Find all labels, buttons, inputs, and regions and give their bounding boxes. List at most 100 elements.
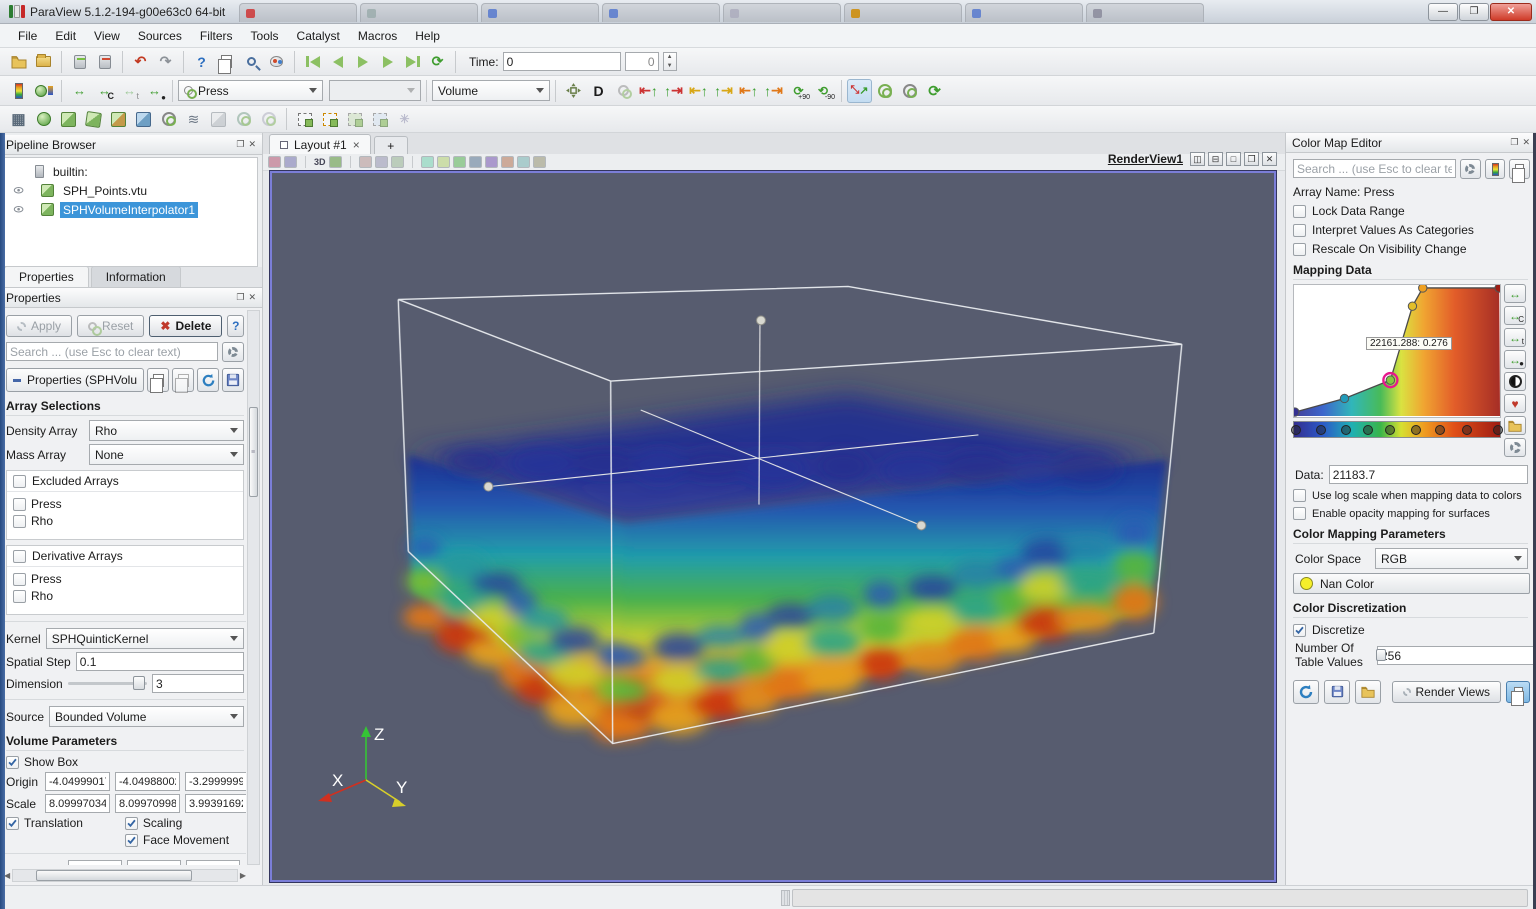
set-view-plus-x-button[interactable]: ⇤↑ [636,79,661,103]
time-input[interactable] [503,52,621,71]
show-orientation-axes-toggle[interactable]: ⤡↗ [847,79,872,103]
scaling-checkbox[interactable] [125,817,138,830]
view-tool-icon[interactable] [533,156,546,168]
discretize-checkbox[interactable] [1293,624,1306,637]
component-select[interactable] [329,80,421,101]
properties-section-header[interactable]: Properties (SPHVolu [6,368,144,392]
save-data-button[interactable] [31,50,56,74]
opacity-surfaces-checkbox[interactable] [1293,507,1306,520]
visibility-eye-icon[interactable] [11,204,27,215]
menu-view[interactable]: View [86,26,128,46]
stream-tracer-button[interactable]: ≋ [181,107,206,131]
colormap-control-point[interactable] [1435,425,1445,435]
set-view-minus-y-button[interactable]: ↑⇥ [711,79,736,103]
rescale-to-temporal-range-button[interactable]: ↔t [1504,328,1526,347]
find-data-button[interactable] [239,50,264,74]
properties-horizontal-scrollbar[interactable]: ◀ ▶ [4,868,246,883]
frame-spinner[interactable]: ▲▼ [663,52,677,71]
save-defaults-button[interactable] [222,368,244,392]
colormap-control-point[interactable] [1363,425,1373,435]
nan-color-button[interactable]: Nan Color [1293,573,1530,594]
edit-color-map-button[interactable] [31,79,56,103]
pipeline-item-sph-points[interactable]: SPH_Points.vtu [5,181,257,200]
rescale-custom-range-button[interactable]: ↔C [92,79,117,103]
menu-macros[interactable]: Macros [350,26,405,46]
colormap-control-point[interactable] [1341,425,1351,435]
zoom-closest-button[interactable] [611,79,636,103]
group-datasets-button[interactable] [231,107,256,131]
dimension-slider[interactable] [68,682,147,685]
refresh-views-button[interactable] [1293,680,1319,704]
warp-filter-button[interactable] [206,107,231,131]
undock-panel-icon[interactable]: ❐ [236,292,244,303]
show-box-checkbox[interactable] [6,756,19,769]
close-panel-icon[interactable]: ✕ [248,139,256,150]
disconnect-server-button[interactable] [92,50,117,74]
rescale-data-range-button[interactable]: ↔ [67,79,92,103]
frame-input[interactable] [625,52,659,71]
statusbar-splitter-grip[interactable] [781,890,790,906]
view-tool-icon[interactable] [284,156,297,168]
view-tool-icon[interactable] [359,156,372,168]
close-panel-icon[interactable]: ✕ [1522,137,1530,148]
search-options-gear-icon[interactable] [222,342,244,362]
color-palette-button[interactable] [264,50,289,74]
close-layout-icon[interactable]: × [353,138,360,152]
excluded-press-checkbox[interactable] [13,498,26,511]
reset-camera-button[interactable] [561,79,586,103]
menu-tools[interactable]: Tools [243,26,287,46]
menu-edit[interactable]: Edit [47,26,84,46]
derivative-press-checkbox[interactable] [13,573,26,586]
extract-subset-button[interactable] [131,107,156,131]
advanced-options-gear-button[interactable] [1504,438,1526,457]
view-tool-icon[interactable] [517,156,530,168]
translation-checkbox[interactable] [6,817,19,830]
split-vertical-button[interactable]: ⊟ [1208,152,1223,166]
contour-filter-button[interactable] [31,107,56,131]
view-tool-icon[interactable] [437,156,450,168]
slice-filter-button[interactable] [81,107,106,131]
undock-panel-icon[interactable]: ❐ [1510,137,1518,148]
derivative-rho-checkbox[interactable] [13,590,26,603]
auto-apply-button[interactable] [214,50,239,74]
toggle-color-legend-button[interactable] [6,79,31,103]
face-movement-checkbox[interactable] [125,834,138,847]
view-tool-icon[interactable] [375,156,388,168]
visibility-eye-icon[interactable] [11,185,27,196]
cme-search-input[interactable] [1293,159,1456,178]
menu-sources[interactable]: Sources [130,26,190,46]
resolution-y-input[interactable] [127,860,181,865]
reset-defaults-button[interactable] [197,368,219,392]
render-view-name[interactable]: RenderView1 [1108,152,1183,166]
clip-filter-button[interactable] [56,107,81,131]
split-horizontal-button[interactable]: ◫ [1190,152,1205,166]
colormap-control-point[interactable] [1411,425,1421,435]
probe-handle[interactable] [756,316,765,325]
menu-help[interactable]: Help [407,26,448,46]
view-tool-icon[interactable] [268,156,281,168]
loop-button[interactable]: ⟳ [425,50,450,74]
auto-update-toggle[interactable] [1506,681,1530,703]
render-views-button[interactable]: Render Views [1392,681,1501,703]
density-array-select[interactable]: Rho [89,420,244,441]
view-tool-icon[interactable] [501,156,514,168]
rescale-to-custom-range-button[interactable]: ↔C [1504,306,1526,325]
view-tool-icon[interactable] [485,156,498,168]
glyph-filter-button[interactable] [156,107,181,131]
spatial-step-input[interactable] [76,652,244,671]
select-points-on-button[interactable] [317,107,342,131]
transfer-function-editor[interactable]: 22161.288: 0.276 [1293,284,1501,418]
close-button[interactable]: ✕ [1490,3,1532,21]
excluded-arrays-checkbox[interactable] [13,475,26,488]
excluded-rho-checkbox[interactable] [13,515,26,528]
data-value-input[interactable] [1329,465,1528,484]
layout-tab[interactable]: Layout #1× [269,134,371,154]
tab-properties[interactable]: Properties [4,266,89,287]
undo-button[interactable]: ↶ [128,50,153,74]
reset-button[interactable]: Reset [77,315,144,337]
resolution-x-input[interactable] [68,860,122,865]
restore-default-button[interactable] [1355,680,1381,704]
zoom-to-data-button[interactable]: D [586,79,611,103]
scale-y-input[interactable] [115,794,180,813]
derivative-arrays-checkbox[interactable] [13,550,26,563]
